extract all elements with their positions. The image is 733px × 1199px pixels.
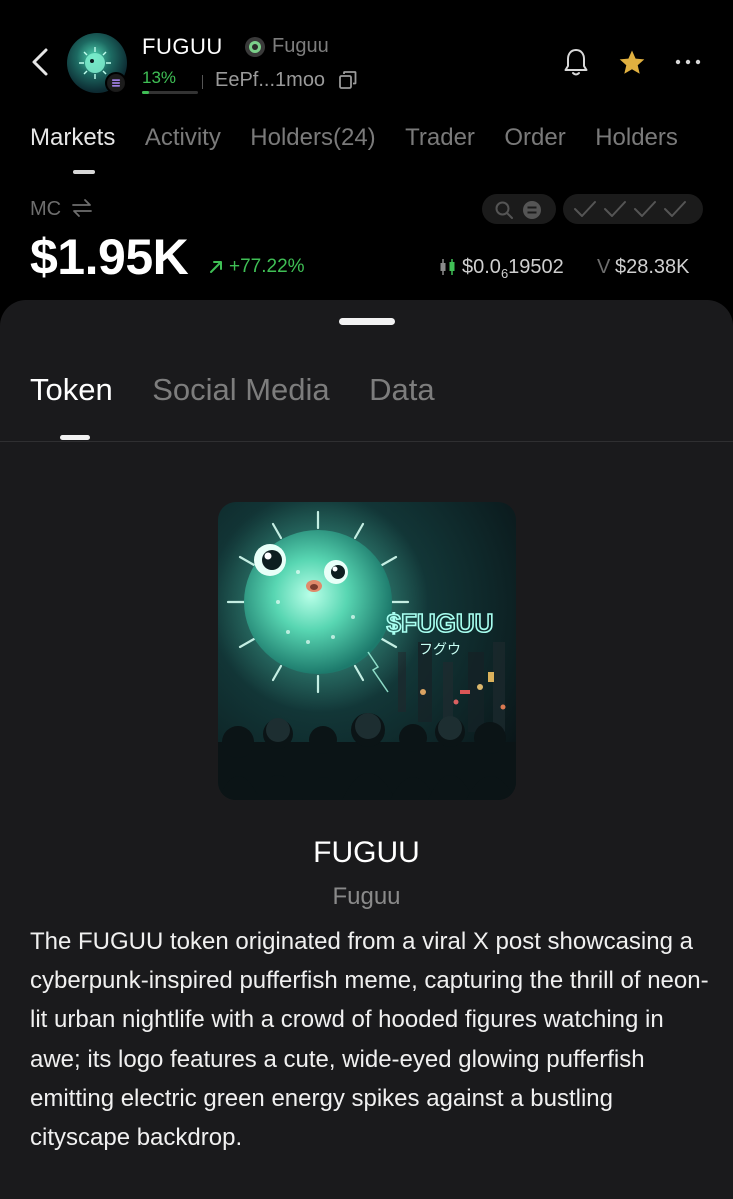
search-filter-pill[interactable] [482,194,556,224]
token-header: FUGUU Fuguu 13% EePf...1moo [0,0,733,100]
tab-activity[interactable]: Activity [145,124,221,152]
candle-icon [440,259,455,275]
tab-holdings[interactable]: Holders [595,124,678,152]
token-subname: Fuguu [272,35,329,57]
contract-address[interactable]: EePf...1moo [215,69,325,92]
solana-icon [105,72,127,94]
token-price-prefix: $0.0 [462,256,501,278]
token-price: $0.0619502 [462,256,564,281]
token-description: The FUGUU token originated from a viral … [30,928,709,1152]
pump-icon [245,37,265,57]
sheet-tab-active-indicator [60,435,90,440]
bell-icon[interactable] [562,46,590,78]
swap-icon[interactable] [70,198,94,218]
more-icon[interactable] [674,56,702,68]
token-info-sheet: Token Social Media Data $FUGUU フグウ FUGUU… [0,300,733,1199]
search-icon [495,201,513,219]
bonding-progress-fill [142,91,150,94]
image-neon-text: $FUGUU [387,608,494,638]
tab-holders[interactable]: Holders(24) [250,124,375,152]
image-neon-subtext: フグウ [419,642,461,658]
token-detail-title: FUGUU [313,836,420,869]
tab-markets[interactable]: Markets [30,124,115,152]
market-cap-change: +77.22% [229,256,305,277]
copy-icon[interactable] [338,70,358,90]
token-price-digits: 19502 [508,256,564,278]
volume-label: V [597,256,611,278]
bonding-progress-label: 13% [142,68,177,87]
tab-social-media[interactable]: Social Media [152,372,329,408]
market-tabs: Markets Activity Holders(24) Trader Orde… [30,124,733,164]
volume-value: $28.38K [615,256,690,278]
star-icon[interactable] [617,48,647,78]
tab-order[interactable]: Order [504,124,565,152]
divider [0,441,733,442]
tab-data[interactable]: Data [369,372,434,408]
market-cap-value: $1.95K [30,229,189,285]
check-icon [574,201,686,217]
filter-icon [523,201,541,219]
market-cap-label: MC [30,198,62,220]
sheet-tabs: Token Social Media Data [30,372,470,408]
security-checks-pill[interactable] [563,194,703,224]
token-name: FUGUU [142,34,223,59]
divider [202,75,203,89]
pufferfish-artwork: $FUGUU フグウ [218,502,516,800]
tab-token[interactable]: Token [30,372,113,408]
back-chevron-icon[interactable] [26,42,56,82]
bonding-progress-bar [142,91,198,94]
token-detail-subtitle: Fuguu [332,883,401,910]
tab-active-indicator [73,170,95,174]
trend-up-icon [210,261,222,273]
tab-trader[interactable]: Trader [405,124,475,152]
sheet-drag-handle[interactable] [339,318,395,325]
token-logo-image[interactable]: $FUGUU フグウ [218,502,516,800]
